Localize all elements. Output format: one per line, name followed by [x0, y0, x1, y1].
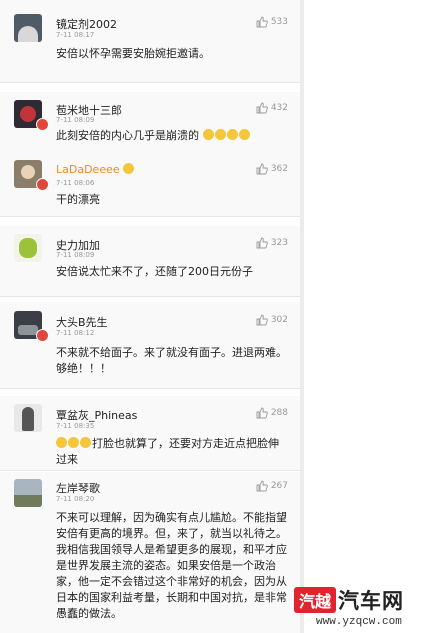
vip-badge-icon: [36, 118, 49, 131]
avatar[interactable]: [14, 479, 42, 507]
like-count: 267: [270, 481, 288, 491]
like-count: 533: [270, 17, 288, 27]
comment-text: 不来就不给面子。来了就没有面子。进退两难。够绝！！！: [56, 346, 287, 375]
emoji-face-icon: [56, 437, 67, 448]
thumb-up-icon: [256, 16, 268, 28]
comment-username[interactable]: 覃盆灰_Phineas: [56, 407, 137, 423]
comment-time: 7-11 08:17: [56, 31, 95, 39]
comment-text-body: 此刻安倍的内心几乎是崩溃的: [56, 129, 199, 142]
watermark-url: www.yzqcw.com: [316, 616, 402, 628]
like-count: 362: [270, 164, 288, 174]
thumb-up-icon: [256, 407, 268, 419]
comment-username[interactable]: LaDaDeeee: [56, 163, 135, 176]
watermark-logo: 汽越: [294, 587, 337, 613]
avatar[interactable]: [14, 234, 42, 262]
site-watermark: 汽越 汽车网 www.yzqcw.com: [294, 585, 426, 631]
thumb-up-icon: [256, 237, 268, 249]
page-right-border: [300, 0, 304, 633]
vip-badge-icon: [36, 178, 49, 191]
comment-text: 安倍说太忙来不了，还随了200日元份子: [56, 265, 253, 278]
emoji-face-icon: [123, 163, 135, 174]
like-button[interactable]: 533: [256, 16, 288, 28]
comment-item: 苞米地十三郎 7-11 08:09 432 此刻安倍的内心几乎是崩溃的: [0, 92, 300, 151]
comment-username[interactable]: 大头B先生: [56, 314, 108, 330]
comment-time: 7-11 08:12: [56, 329, 95, 337]
like-button[interactable]: 288: [256, 407, 288, 419]
emoji-face-icon: [214, 129, 226, 140]
comment-text: 干的漂亮: [56, 193, 100, 206]
like-button[interactable]: 267: [256, 480, 288, 492]
like-count: 432: [270, 103, 288, 113]
comment-text: 打脸也就算了，还要对方走近点把脸伸过来: [56, 436, 284, 468]
comment-item: 镜定剂2002 7-11 08:17 533 安倍以怀孕需要安胎婉拒邀请。: [0, 0, 300, 83]
like-button[interactable]: 302: [256, 314, 288, 326]
comment-item: 大头B先生 7-11 08:12 302 不来就不给面子。来了就没有面子。进退两…: [0, 302, 300, 389]
comment-item: 左岸琴歌 7-11 08:20 267 不来可以理解，因为确实有点儿尴尬。不能指…: [0, 472, 300, 633]
comment-time: 7-11 08:09: [56, 116, 95, 124]
comment-text: 安倍以怀孕需要安胎婉拒邀请。: [56, 47, 210, 60]
thumb-up-icon: [256, 314, 268, 326]
like-button[interactable]: 432: [256, 102, 288, 114]
watermark-name: 汽车网: [338, 589, 405, 613]
comment-text: 不来可以理解，因为确实有点儿尴尬。不能指望安倍有更高的境界。但，来了，就当以礼待…: [56, 511, 287, 620]
comment-username-text: LaDaDeeee: [56, 163, 120, 176]
like-count: 302: [270, 315, 288, 325]
comment-item: 史力加加 7-11 08:09 323 安倍说太忙来不了，还随了200日元份子: [0, 226, 300, 297]
comment-item: LaDaDeeee 7-11 08:06 362 干的漂亮: [0, 150, 300, 217]
comment-username[interactable]: 左岸琴歌: [56, 480, 100, 496]
comment-time: 7-11 08:35: [56, 422, 95, 430]
vip-badge-icon: [36, 329, 49, 342]
comment-time: 7-11 08:06: [56, 179, 95, 187]
like-button[interactable]: 323: [256, 237, 288, 249]
comment-username[interactable]: 镜定剂2002: [56, 16, 117, 32]
comment-time: 7-11 08:20: [56, 495, 95, 503]
like-button[interactable]: 362: [256, 163, 288, 175]
emoji-face-icon: [80, 437, 91, 448]
emoji-face-icon: [238, 129, 250, 140]
comment-text: 此刻安倍的内心几乎是崩溃的: [56, 128, 288, 144]
avatar[interactable]: [14, 14, 42, 42]
thumb-up-icon: [256, 480, 268, 492]
thumb-up-icon: [256, 102, 268, 114]
thumb-up-icon: [256, 163, 268, 175]
emoji-face-icon: [202, 129, 214, 140]
avatar[interactable]: [14, 404, 42, 432]
like-count: 288: [270, 408, 288, 418]
comment-time: 7-11 08:09: [56, 251, 95, 259]
emoji-face-icon: [68, 437, 79, 448]
comment-item: 覃盆灰_Phineas 7-11 08:35 288 打脸也就算了，还要对方走近…: [0, 396, 300, 471]
like-count: 323: [270, 238, 288, 248]
emoji-face-icon: [226, 129, 238, 140]
